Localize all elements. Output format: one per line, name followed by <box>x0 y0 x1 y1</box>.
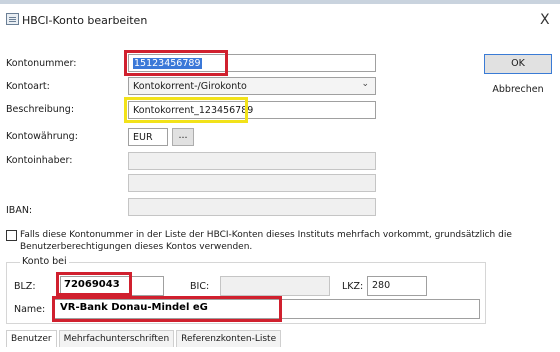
iban-label: IBAN: <box>6 205 33 216</box>
waehrung-input[interactable]: EUR <box>128 128 168 146</box>
tab-mehrfachunterschriften[interactable]: Mehrfachunterschriften <box>58 330 175 347</box>
tab-benutzer[interactable]: Benutzer <box>6 330 57 347</box>
mehrfach-checkbox-label: Falls diese Kontonummer in der Liste der… <box>20 229 550 253</box>
tab-bar: Benutzer Mehrfachunterschriften Referenz… <box>6 330 282 347</box>
bic-input[interactable] <box>220 276 330 296</box>
waehrung-value: EUR <box>133 132 153 143</box>
kontoart-label: Kontoart: <box>6 81 50 92</box>
kontonummer-highlight <box>124 50 228 76</box>
konto-bei-legend: Konto bei <box>20 256 69 267</box>
beschreibung-highlight <box>124 97 248 123</box>
cancel-button[interactable]: Abbrechen <box>484 80 552 100</box>
checkbox-text-line-1: Falls diese Kontonummer in der Liste der… <box>20 230 512 240</box>
kontonummer-label: Kontonummer: <box>6 58 77 69</box>
mehrfach-checkbox[interactable] <box>6 230 17 241</box>
close-icon[interactable]: X <box>540 12 550 28</box>
blz-value: 72069043 <box>64 279 120 290</box>
ok-button[interactable]: OK <box>484 54 552 74</box>
tab-referenzkonten-liste[interactable]: Referenzkonten-Liste <box>176 330 282 347</box>
kontoart-value: Kontokorrent-/Girokonto <box>133 81 247 92</box>
iban-input[interactable] <box>128 198 376 216</box>
lkz-input[interactable]: 280 <box>367 276 427 296</box>
dialog-title: HBCI-Konto bearbeiten <box>22 14 148 27</box>
beschreibung-label: Beschreibung: <box>6 104 75 115</box>
waehrung-label: Kontowährung: <box>6 131 78 142</box>
bic-label: BIC: <box>190 281 210 292</box>
checkbox-text-line-2: Benutzerberechtigungen dieses Kontos ver… <box>20 242 253 252</box>
blz-label: BLZ: <box>14 281 36 292</box>
bank-name-value: VR-Bank Donau-Mindel eG <box>60 302 208 313</box>
waehrung-browse-button[interactable]: ... <box>172 128 194 146</box>
dialog-app-icon <box>6 13 19 25</box>
kontoinhaber-input-1[interactable] <box>128 152 376 170</box>
lkz-value: 280 <box>372 280 391 291</box>
lkz-label: LKZ: <box>342 281 364 292</box>
name-label: Name: <box>14 304 46 315</box>
kontoart-select[interactable]: Kontokorrent-/Girokonto ⌄ <box>128 77 376 95</box>
window-top-edge <box>0 0 560 4</box>
kontoinhaber-label: Kontoinhaber: <box>6 155 73 166</box>
chevron-down-icon: ⌄ <box>361 79 369 89</box>
kontoinhaber-input-2[interactable] <box>128 174 376 192</box>
